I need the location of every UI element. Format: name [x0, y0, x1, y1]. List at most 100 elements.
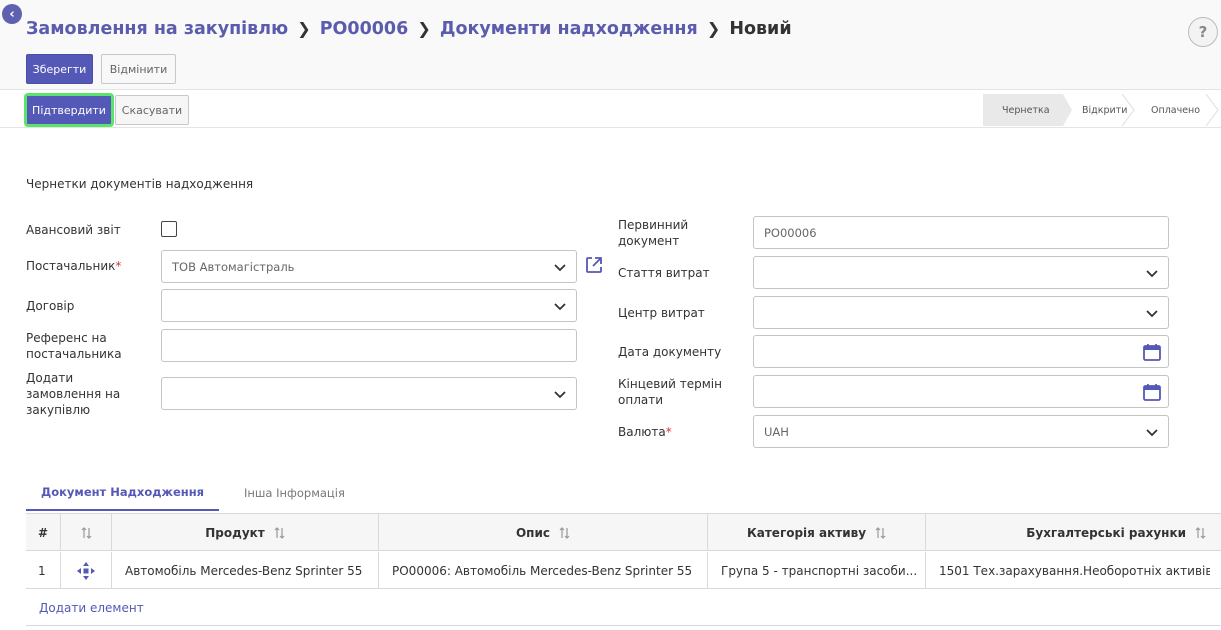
stage-label: Чернетка	[1002, 104, 1050, 116]
currency-value: UAH	[764, 424, 789, 439]
table-row[interactable]: 1 Автомобіль Mercedes-Benz Sprinter 55 P…	[26, 552, 1221, 589]
stage-draft: Чернетка	[983, 94, 1072, 126]
add-po-label: Додати замовлення на закупівлю	[26, 370, 120, 418]
row-number: 1	[26, 552, 61, 589]
expense-item-label: Стаття витрат	[618, 266, 710, 280]
column-header-label: Продукт	[205, 525, 265, 540]
column-header-number: #	[26, 514, 61, 551]
supplier-ref-label-line: постачальника	[26, 347, 122, 361]
save-button[interactable]: Зберегти	[26, 54, 93, 84]
contract-select[interactable]	[161, 289, 577, 322]
source-doc-input[interactable]: PO00006	[753, 216, 1169, 249]
section-title: Чернетки документів надходження	[26, 177, 254, 191]
chevron-down-icon	[554, 391, 566, 399]
back-icon[interactable]: ‹	[2, 4, 22, 24]
cell-accounts[interactable]: 1501 Тех.зарахування.Необоротніх активів	[926, 552, 1210, 589]
supplier-ref-label-line: Референс на	[26, 331, 107, 345]
doc-date-label: Дата документу	[618, 345, 722, 359]
due-date-label-line: Кінцевий термін	[618, 377, 722, 391]
confirm-button[interactable]: Підтвердити	[24, 93, 114, 127]
stage-arrow-icon	[1205, 94, 1219, 126]
breadcrumb: Замовлення на закупівлю ❯ PO00006 ❯ Доку…	[26, 19, 792, 39]
chevron-down-icon	[554, 303, 566, 311]
chevron-right-icon: ❯	[417, 19, 431, 38]
supplier-value: ТОВ Автомагістраль	[172, 259, 295, 274]
source-doc-label-line: Первинний	[618, 218, 689, 232]
currency-label: Валюта*	[618, 424, 672, 440]
drag-handle-icon[interactable]	[61, 552, 112, 589]
stage-paid[interactable]: Оплачено	[1134, 94, 1219, 126]
column-header-description[interactable]: Опис	[379, 514, 708, 551]
column-header-label: Категорія активу	[746, 525, 867, 540]
statusbar: Підтвердити Скасувати Чернетка Відкрити …	[0, 90, 1221, 128]
supplier-ref-input[interactable]	[161, 329, 577, 362]
contract-label: Договір	[26, 299, 75, 313]
currency-label-text: Валюта	[618, 425, 666, 439]
source-doc-label: Первинний документ	[618, 217, 688, 249]
help-icon[interactable]: ?	[1188, 17, 1218, 47]
notebook-tabs: Документ Надходження Інша Інформація	[26, 475, 1221, 511]
lines-table: # Продукт Опис Категорія активу Бухгалте…	[26, 513, 1221, 626]
advance-report-label: Авансовий звіт	[26, 223, 121, 237]
cost-center-label: Центр витрат	[618, 306, 705, 320]
breadcrumb-item-receipt-docs[interactable]: Документи надходження	[440, 19, 698, 39]
add-item-link[interactable]: Додати елемент	[39, 601, 144, 615]
control-panel: ‹ Замовлення на закупівлю ❯ PO00006 ❯ До…	[0, 0, 1221, 90]
sort-icon	[81, 526, 91, 539]
chevron-down-icon	[1146, 429, 1158, 437]
column-header-label: Бухгалтерські рахунки	[1026, 525, 1186, 540]
sort-icon	[1195, 526, 1206, 539]
calendar-icon[interactable]	[1142, 382, 1162, 402]
breadcrumb-item-purchase-orders[interactable]: Замовлення на закупівлю	[26, 19, 288, 39]
sort-icon	[875, 526, 886, 539]
supplier-label: Постачальник*	[26, 258, 121, 274]
column-header-accounts[interactable]: Бухгалтерські рахунки	[926, 514, 1210, 551]
chevron-down-icon	[554, 264, 566, 272]
calendar-icon[interactable]	[1142, 342, 1162, 362]
required-marker: *	[665, 425, 672, 439]
doc-date-input[interactable]	[753, 335, 1169, 368]
table-header: # Продукт Опис Категорія активу Бухгалте…	[26, 514, 1221, 551]
supplier-select[interactable]: ТОВ Автомагістраль	[161, 250, 577, 283]
status-stages: Чернетка Відкрити Оплачено	[983, 94, 1219, 126]
column-header-label: Опис	[515, 525, 550, 540]
currency-select[interactable]: UAH	[753, 415, 1169, 448]
breadcrumb-item-po[interactable]: PO00006	[320, 19, 409, 39]
column-header-asset-category[interactable]: Категорія активу	[708, 514, 926, 551]
cost-center-select[interactable]	[753, 296, 1169, 329]
source-doc-value: PO00006	[764, 225, 817, 240]
add-po-select[interactable]	[161, 377, 577, 410]
source-doc-label-line: документ	[618, 234, 680, 248]
supplier-ref-label: Референс на постачальника	[26, 330, 122, 362]
add-item-row: Додати елемент	[26, 590, 1221, 626]
column-header-product[interactable]: Продукт	[112, 514, 379, 551]
cell-asset-category[interactable]: Група 5 - транспортні засоби...	[708, 552, 926, 589]
add-po-label-line: Додати	[26, 371, 74, 385]
required-marker: *	[115, 259, 122, 273]
supplier-label-text: Постачальник	[26, 259, 116, 273]
sort-icon	[274, 526, 285, 539]
cancel-button[interactable]: Скасувати	[115, 95, 189, 125]
add-po-label-line: закупівлю	[26, 403, 91, 417]
discard-button[interactable]: Відмінити	[101, 54, 176, 84]
tab-other-info[interactable]: Інша Інформація	[244, 475, 345, 511]
chevron-down-icon	[1146, 270, 1158, 278]
expense-item-select[interactable]	[753, 256, 1169, 289]
sort-icon	[559, 526, 570, 539]
stage-open[interactable]: Відкрити	[1063, 94, 1135, 126]
cell-product[interactable]: Автомобіль Mercedes-Benz Sprinter 55	[112, 552, 379, 589]
cell-description[interactable]: PO00006: Автомобіль Mercedes-Benz Sprint…	[379, 552, 708, 589]
chevron-down-icon	[1146, 310, 1158, 318]
due-date-label-line: оплати	[618, 393, 663, 407]
chevron-right-icon: ❯	[297, 19, 311, 38]
due-date-input[interactable]	[753, 375, 1169, 408]
move-icon	[77, 561, 95, 580]
tab-receipt-document[interactable]: Документ Надходження	[26, 475, 219, 511]
stage-label: Оплачено	[1151, 104, 1201, 116]
external-link-icon[interactable]	[585, 256, 603, 274]
column-header-handle[interactable]	[61, 514, 112, 551]
due-date-label: Кінцевий термін оплати	[618, 376, 722, 408]
chevron-right-icon: ❯	[706, 19, 721, 38]
add-po-label-line: замовлення на	[26, 387, 121, 401]
advance-report-checkbox[interactable]	[161, 221, 177, 237]
